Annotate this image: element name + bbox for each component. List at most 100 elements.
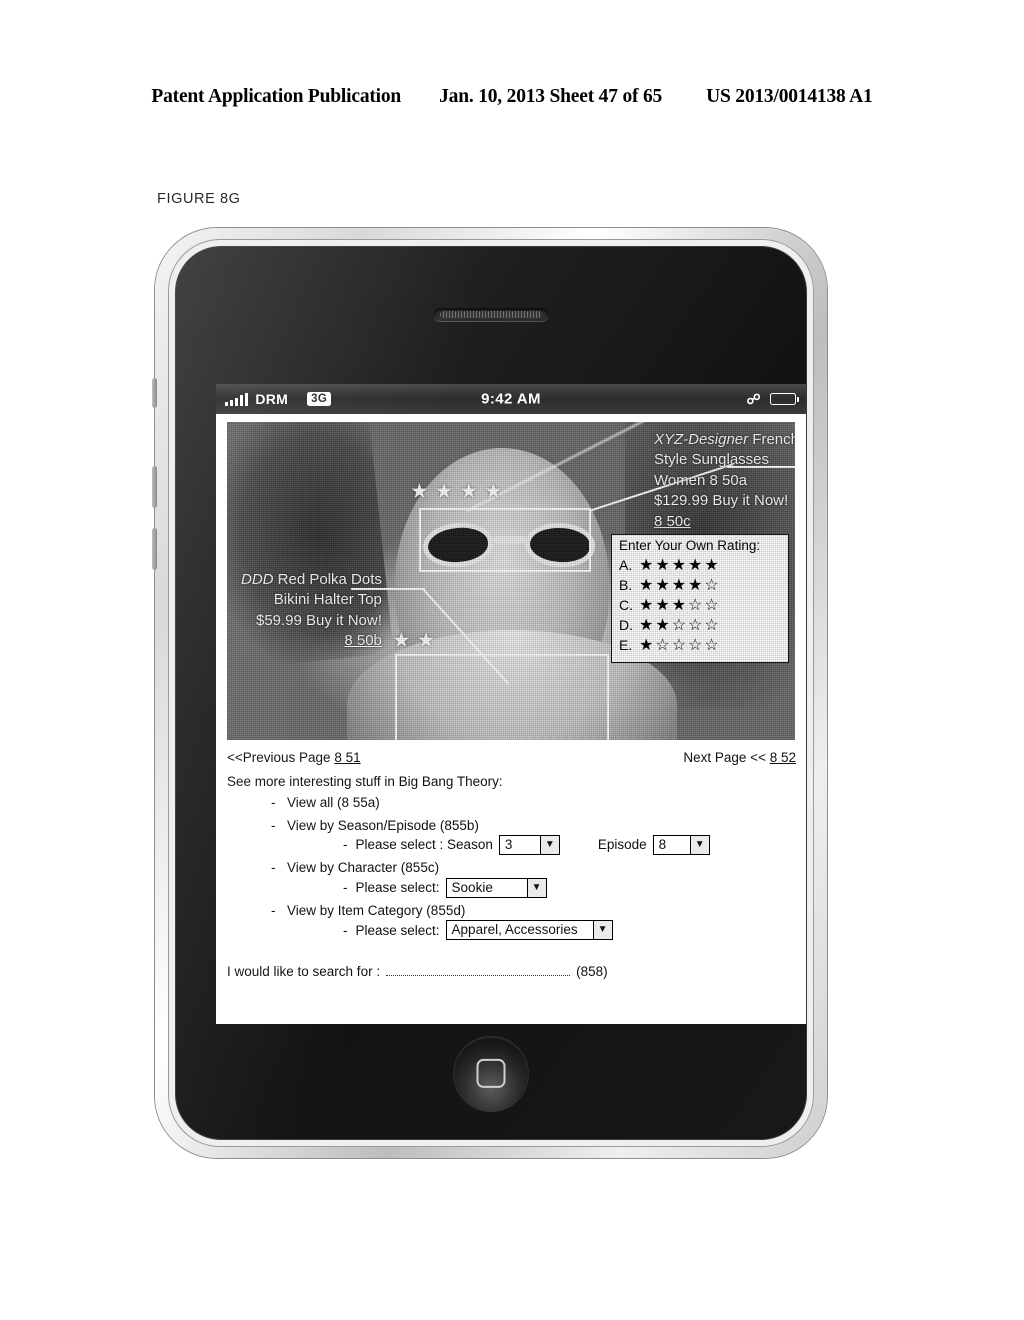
- season-dropdown-value: 3: [504, 837, 513, 853]
- rating-option-a[interactable]: A. ★★★★★: [619, 556, 781, 576]
- carrier-label: DRM: [255, 391, 289, 408]
- browse-option-character-label: View by Character (855c): [287, 860, 440, 876]
- season-dropdown[interactable]: 3 ▼: [498, 835, 560, 856]
- bikini-line2: Bikini Halter Top: [273, 591, 382, 609]
- browse-option-season-episode-label: View by Season/Episode (855b): [287, 817, 479, 833]
- character-dropdown-value: Sookie: [451, 879, 493, 895]
- next-page-link[interactable]: Next Page << 8 52: [683, 748, 796, 768]
- status-bar-clock: 9:42 AM: [481, 390, 541, 408]
- rating-option-b-stars[interactable]: ★★★★☆: [639, 577, 721, 594]
- battery-icon: [770, 393, 800, 405]
- rating-option-e[interactable]: E. ★☆☆☆☆: [619, 636, 781, 656]
- episode-select-label: Episode: [597, 837, 647, 853]
- bikini-ref-link[interactable]: 8 50b: [241, 631, 382, 651]
- bikini-price-buy[interactable]: $59.99 Buy it Now!: [241, 611, 382, 631]
- browse-option-view-all-label: View all (8 55a): [287, 795, 380, 811]
- pagination-row: <<Previous Page 8 51 Next Page << 8 52: [227, 748, 796, 768]
- sunglasses-price-buy[interactable]: $129.99 Buy it Now!: [654, 491, 795, 511]
- previous-page-label: <<Previous Page: [227, 750, 331, 765]
- bikini-brand: DDD: [241, 571, 274, 588]
- page-content: <<Previous Page 8 51 Next Page << 8 52 S…: [216, 748, 806, 982]
- chevron-down-icon[interactable]: ▼: [539, 836, 559, 855]
- device-face: DRM 3G 9:42 AM ☍ ★ ★ ★ ★ ★ ★ XYZ-Designe…: [175, 246, 807, 1140]
- chevron-down-icon[interactable]: ▼: [526, 878, 546, 897]
- status-bar-right: ☍: [746, 391, 800, 407]
- phone-device: DRM 3G 9:42 AM ☍ ★ ★ ★ ★ ★ ★ XYZ-Designe…: [152, 228, 827, 1158]
- date-sheet-label: Jan. 10, 2013 Sheet 47 of 65: [439, 86, 663, 107]
- sunglasses-callout-text[interactable]: XYZ-Designer French Style Sunglasses Wom…: [654, 430, 795, 532]
- next-page-ref[interactable]: 8 52: [770, 750, 796, 765]
- rating-option-c-stars[interactable]: ★★★☆☆: [639, 597, 721, 614]
- volume-down-button[interactable]: [152, 528, 157, 570]
- bluetooth-icon: ☍: [746, 391, 761, 407]
- episode-dropdown-value: 8: [658, 837, 667, 853]
- category-select-prefix: Please select:: [355, 922, 440, 938]
- home-button-square-icon: [476, 1058, 506, 1088]
- patent-number-label: US 2013/0014138 A1: [706, 86, 873, 107]
- rating-option-c[interactable]: C. ★★★☆☆: [619, 596, 781, 616]
- status-bar: DRM 3G 9:42 AM ☍: [216, 384, 806, 414]
- signal-bars-icon: [225, 393, 249, 407]
- rating-option-d[interactable]: D. ★★☆☆☆: [619, 616, 781, 636]
- search-row: I would like to search for : (858): [227, 962, 796, 982]
- browse-option-season-episode[interactable]: View by Season/Episode (855b) Please sel…: [267, 816, 796, 856]
- selection-rect-bikini[interactable]: [395, 654, 609, 740]
- rating-option-a-stars[interactable]: ★★★★★: [639, 557, 721, 574]
- rating-option-c-label: C.: [619, 597, 633, 614]
- rating-option-d-stars[interactable]: ★★☆☆☆: [639, 617, 721, 634]
- category-dropdown-value: Apparel, Accessories: [451, 922, 578, 938]
- browse-option-character[interactable]: View by Character (855c) Please select: …: [267, 858, 796, 898]
- season-episode-select-row: Please select : Season 3 ▼ Episode 8 ▼: [343, 835, 796, 856]
- previous-page-link[interactable]: <<Previous Page 8 51: [227, 748, 361, 768]
- earpiece-grill: [440, 311, 542, 318]
- rating-option-d-label: D.: [619, 617, 633, 634]
- phone-screen: DRM 3G 9:42 AM ☍ ★ ★ ★ ★ ★ ★ XYZ-Designe…: [216, 384, 806, 1024]
- rating-box-title: Enter Your Own Rating:: [619, 538, 761, 553]
- browser-page-body: ★ ★ ★ ★ ★ ★ XYZ-Designer French Style Su…: [216, 414, 806, 1024]
- rating-option-b[interactable]: B. ★★★★☆: [619, 576, 781, 596]
- figure-label: FIGURE 8G: [157, 191, 241, 207]
- next-page-label: Next Page <<: [683, 750, 766, 765]
- sunglasses-line1-rest: French: [748, 431, 795, 448]
- browse-option-item-category[interactable]: View by Item Category (855d) Please sele…: [267, 901, 796, 941]
- bikini-callout-text[interactable]: DDD Red Polka Dots Bikini Halter Top $59…: [241, 570, 382, 652]
- episode-dropdown[interactable]: 8 ▼: [652, 835, 710, 856]
- character-select-row: Please select: Sookie ▼: [343, 877, 796, 898]
- rating-option-b-label: B.: [619, 577, 633, 594]
- chevron-down-icon[interactable]: ▼: [689, 836, 709, 855]
- silent-switch[interactable]: [152, 378, 157, 408]
- browse-option-view-all[interactable]: View all (8 55a): [267, 793, 796, 813]
- previous-page-ref[interactable]: 8 51: [334, 750, 360, 765]
- selection-rect-sunglasses[interactable]: [419, 508, 591, 572]
- patent-page-header: Patent Application Publication Jan. 10, …: [0, 86, 1024, 108]
- browse-options-list: View all (8 55a) View by Season/Episode …: [267, 793, 796, 941]
- browse-intro-text: See more interesting stuff in Big Bang T…: [227, 773, 503, 789]
- character-dropdown[interactable]: Sookie ▼: [445, 877, 547, 898]
- sunglasses-star-rating: ★ ★ ★ ★: [410, 480, 503, 503]
- browse-option-item-category-label: View by Item Category (855d): [287, 902, 466, 918]
- chevron-down-icon[interactable]: ▼: [592, 921, 612, 940]
- sunglasses-ref-link[interactable]: 8 50c: [654, 512, 795, 532]
- volume-up-button[interactable]: [152, 466, 157, 508]
- product-photo[interactable]: ★ ★ ★ ★ ★ ★ XYZ-Designer French Style Su…: [227, 422, 795, 740]
- category-select-row: Please select: Apparel, Accessories ▼: [343, 920, 796, 941]
- enter-your-own-rating-box[interactable]: Enter Your Own Rating: A. ★★★★★ B. ★★★★☆…: [611, 534, 789, 663]
- search-label: I would like to search for :: [227, 964, 381, 980]
- earpiece-speaker-icon: [434, 308, 548, 321]
- rating-option-e-stars[interactable]: ★☆☆☆☆: [639, 637, 721, 654]
- sunglasses-brand: XYZ-Designer: [653, 431, 749, 448]
- bikini-line1-rest: Red Polka Dots: [273, 571, 382, 588]
- character-select-prefix: Please select:: [355, 880, 440, 896]
- season-select-prefix: Please select : Season: [355, 837, 493, 853]
- status-bar-left: DRM 3G: [225, 391, 332, 408]
- home-button[interactable]: [453, 1036, 529, 1112]
- bikini-star-rating: ★ ★: [392, 629, 436, 652]
- sunglasses-line3: Women 8 50a: [653, 471, 748, 489]
- search-ref-label: (858): [576, 964, 608, 980]
- network-type-badge: 3G: [307, 391, 332, 407]
- search-input[interactable]: [386, 963, 571, 977]
- publication-label: Patent Application Publication: [151, 86, 402, 107]
- rating-option-e-label: E.: [619, 637, 633, 654]
- rating-option-a-label: A.: [619, 557, 633, 574]
- category-dropdown[interactable]: Apparel, Accessories ▼: [445, 920, 613, 941]
